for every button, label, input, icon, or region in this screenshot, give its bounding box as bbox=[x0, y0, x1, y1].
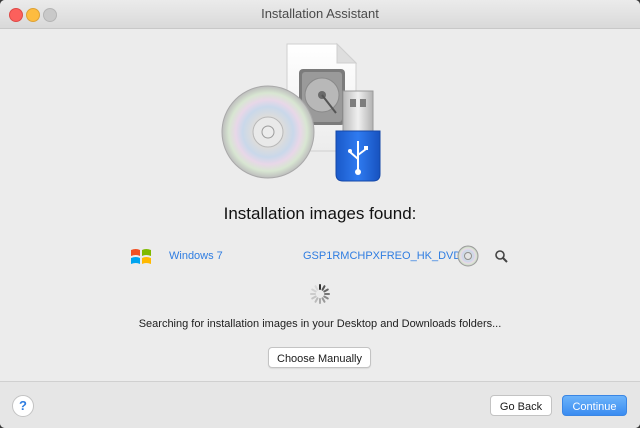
go-back-button[interactable]: Go Back bbox=[490, 395, 552, 416]
found-image-row[interactable]: Windows 7 GSP1RMCHPXFREO_HK_DVD bbox=[0, 240, 640, 272]
choose-manually-button[interactable]: Choose Manually bbox=[268, 347, 371, 368]
windows-logo-icon bbox=[131, 249, 151, 264]
bottom-bar: ? Go Back Continue bbox=[0, 381, 640, 428]
continue-button[interactable]: Continue bbox=[562, 395, 627, 416]
title-bar[interactable]: Installation Assistant bbox=[0, 0, 640, 29]
usb-drive-icon bbox=[335, 90, 381, 182]
help-button[interactable]: ? bbox=[12, 395, 34, 417]
dvd-disc-icon bbox=[457, 245, 479, 267]
images-found-heading: Installation images found: bbox=[223, 204, 417, 223]
disc-label-name: GSP1RMCHPXFREO_HK_DVD bbox=[303, 250, 462, 262]
hero-illustration bbox=[221, 42, 381, 182]
dvd-disc-icon bbox=[221, 85, 315, 179]
magnifier-icon[interactable] bbox=[494, 249, 508, 263]
installation-assistant-window: Installation Assistant Installation imag… bbox=[0, 0, 640, 428]
spinner-icon bbox=[310, 284, 330, 304]
window-title: Installation Assistant bbox=[261, 6, 379, 21]
search-status-text: Searching for installation images in you… bbox=[138, 318, 502, 330]
os-name-label: Windows 7 bbox=[169, 250, 223, 262]
